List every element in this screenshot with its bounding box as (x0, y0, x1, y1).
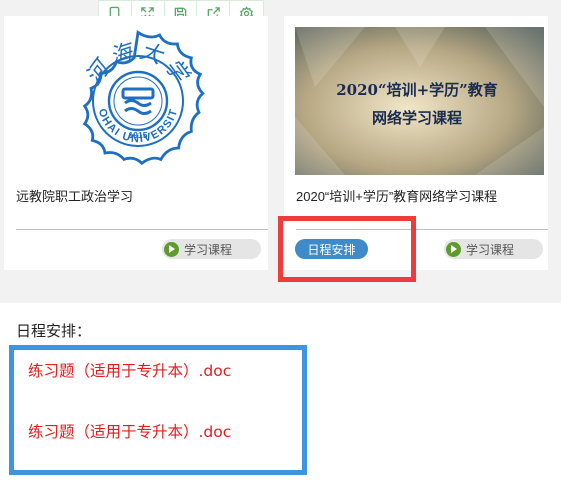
hohai-university-logo: 1915 HOHAI UNIVERSITY 河海大学 (15, 27, 264, 175)
schedule-panel: 日程安排： 练习题（适用于专升本）.doc 练习题（适用于专升本）.doc (0, 303, 561, 485)
svg-text:网络学习课程: 网络学习课程 (372, 109, 462, 127)
schedule-file-link[interactable]: 练习题（适用于专升本）.doc (28, 359, 231, 381)
schedule-highlight-box (278, 216, 416, 282)
study-course-button[interactable]: 学习课程 (162, 239, 261, 259)
card-divider (16, 229, 268, 230)
course-thumbnail[interactable]: 2020“培训+学历”教育 网络学习课程 (295, 27, 544, 175)
course-card[interactable]: 1915 HOHAI UNIVERSITY 河海大学 远教院职工政治学习 学习课… (4, 16, 268, 270)
course-banner: 2020“培训+学历”教育 网络学习课程 (295, 27, 544, 175)
schedule-heading: 日程安排： (16, 322, 92, 340)
study-course-label: 学习课程 (466, 242, 515, 257)
course-title[interactable]: 2020“培训+学历”教育网络学习课程 (296, 186, 497, 205)
play-icon (446, 241, 461, 257)
course-thumbnail[interactable]: 1915 HOHAI UNIVERSITY 河海大学 (15, 27, 264, 175)
study-course-button[interactable]: 学习课程 (444, 239, 543, 259)
schedule-file-link[interactable]: 练习题（适用于专升本）.doc (28, 420, 231, 442)
study-course-label: 学习课程 (184, 242, 233, 257)
svg-text:2020“培训+学历”教育: 2020“培训+学历”教育 (336, 81, 498, 99)
course-title[interactable]: 远教院职工政治学习 (16, 186, 133, 205)
play-icon (164, 241, 179, 257)
